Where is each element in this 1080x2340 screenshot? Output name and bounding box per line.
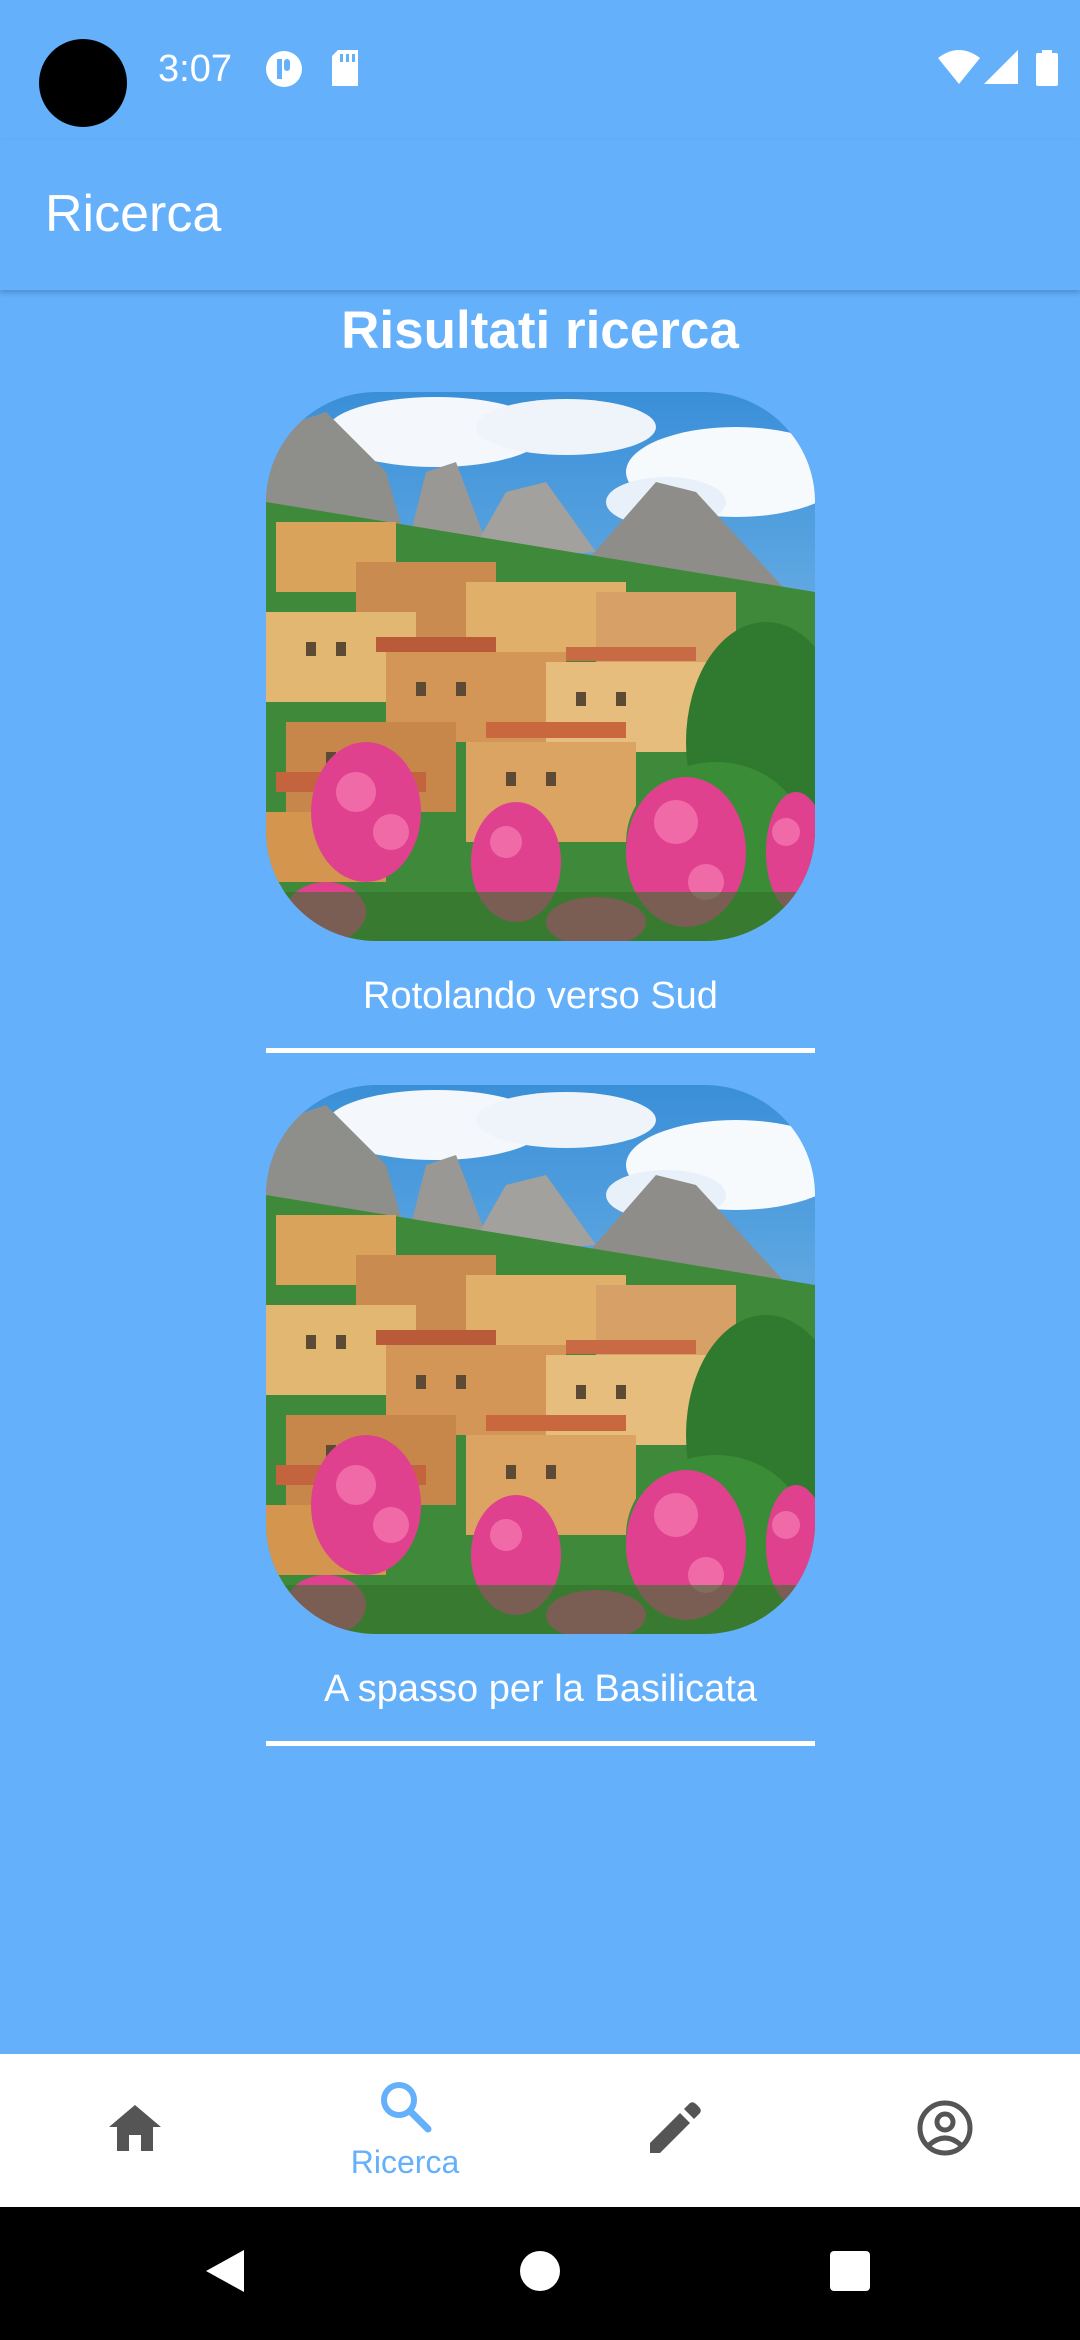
- notification-icon: [265, 50, 303, 93]
- app-bar: Ricerca: [0, 140, 1080, 290]
- nav-label-search: Ricerca: [350, 2144, 460, 2180]
- nav-item-search[interactable]: Ricerca: [270, 2054, 540, 2207]
- app-bar-title: Ricerca: [45, 185, 222, 243]
- battery-icon: [1036, 50, 1058, 91]
- system-navigation-bar: [0, 2207, 1080, 2340]
- signal-icon: [984, 50, 1018, 89]
- status-time: 3:07: [158, 48, 232, 90]
- result-card[interactable]: A spasso per la Basilicata: [266, 1085, 815, 1746]
- result-divider: [266, 1741, 815, 1746]
- account-icon: [916, 2099, 974, 2162]
- result-card[interactable]: Rotolando verso Sud: [266, 392, 815, 1053]
- status-bar: 3:07: [0, 0, 1080, 140]
- bottom-navigation: Ricerca: [0, 2054, 1080, 2207]
- search-icon: [378, 2079, 432, 2138]
- back-button[interactable]: [166, 2207, 286, 2340]
- nav-item-profile[interactable]: [810, 2054, 1080, 2207]
- nav-item-home[interactable]: [0, 2054, 270, 2207]
- result-thumbnail[interactable]: [266, 392, 815, 941]
- nav-item-edit[interactable]: [540, 2054, 810, 2207]
- sd-card-icon: [330, 50, 360, 91]
- result-divider: [266, 1048, 815, 1053]
- home-circle-icon: [519, 2250, 561, 2297]
- results-heading: Risultati ricerca: [341, 301, 739, 360]
- wifi-icon: [938, 50, 980, 89]
- back-triangle-icon: [204, 2248, 248, 2299]
- home-button[interactable]: [480, 2207, 600, 2340]
- recents-square-icon: [830, 2251, 870, 2296]
- home-icon: [107, 2103, 163, 2158]
- recents-button[interactable]: [790, 2207, 910, 2340]
- camera-cutout: [39, 39, 127, 127]
- result-title[interactable]: A spasso per la Basilicata: [266, 1664, 815, 1714]
- result-title[interactable]: Rotolando verso Sud: [266, 971, 815, 1021]
- edit-icon: [648, 2101, 702, 2160]
- result-thumbnail[interactable]: [266, 1085, 815, 1634]
